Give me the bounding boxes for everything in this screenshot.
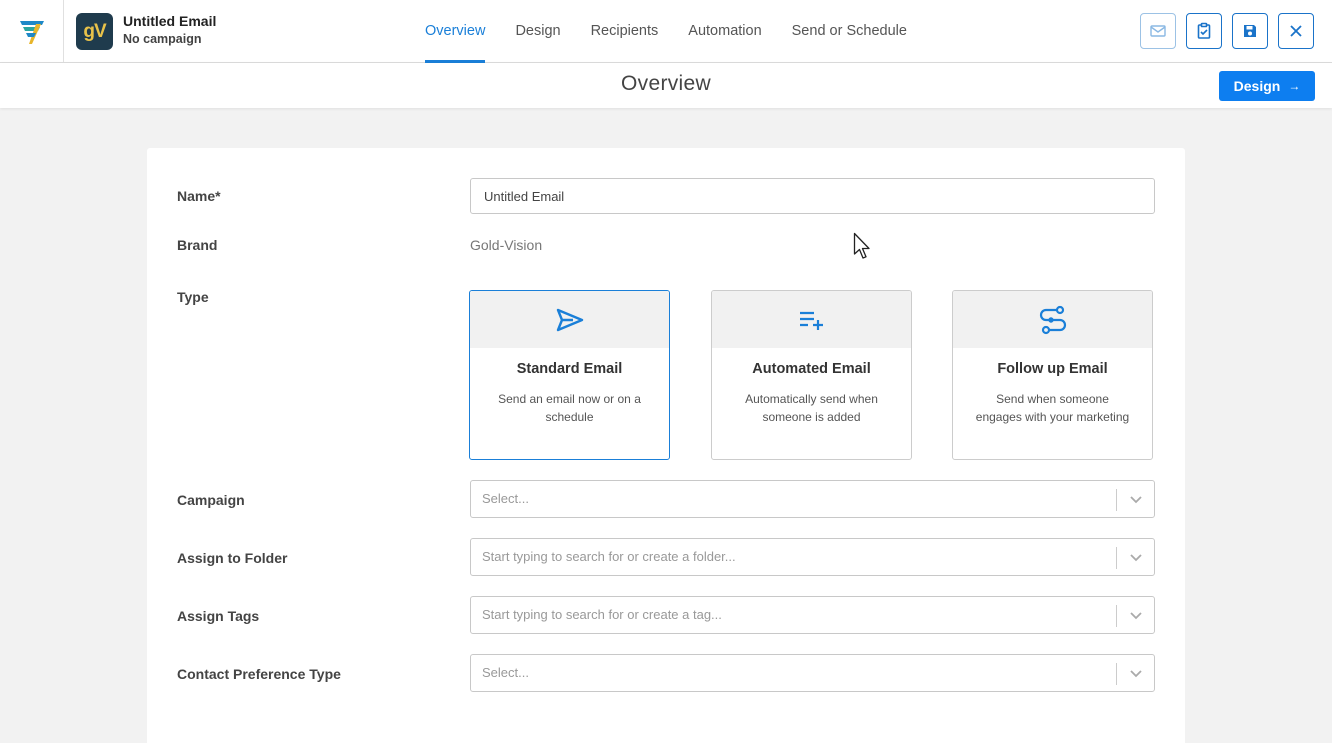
mail-preview-icon (1150, 25, 1166, 37)
clipboard-check-icon (1197, 22, 1211, 39)
tab-design[interactable]: Design (500, 0, 575, 62)
close-icon (1290, 25, 1302, 37)
design-next-button[interactable]: Design → (1219, 71, 1315, 101)
step-tabs: Overview Design Recipients Automation Se… (410, 0, 922, 63)
contact-preference-select[interactable]: Select... (470, 654, 1155, 692)
type-card-icon-area (953, 291, 1152, 348)
design-button-label: Design (1233, 78, 1281, 94)
type-card-description: Send an email now or on a schedule (498, 392, 641, 424)
close-button[interactable] (1278, 13, 1314, 49)
contact-preference-label: Contact Preference Type (177, 666, 341, 682)
type-card-icon-area (470, 291, 669, 348)
tab-send-or-schedule[interactable]: Send or Schedule (777, 0, 922, 62)
send-icon (556, 308, 583, 331)
campaign-select[interactable]: Select... (470, 480, 1155, 518)
brand-value: Gold-Vision (470, 237, 543, 253)
contact-preference-placeholder: Select... (482, 665, 529, 680)
tab-automation[interactable]: Automation (673, 0, 776, 62)
campaign-label: Campaign (177, 492, 245, 508)
type-card-standard-email[interactable]: Standard Email Send an email now or on a… (469, 290, 670, 460)
brand-avatar: gV (76, 13, 113, 50)
folder-select[interactable]: Start typing to search for or create a f… (470, 538, 1155, 576)
email-title: Untitled Email (123, 13, 217, 29)
type-card-title: Automated Email (752, 361, 871, 377)
chevron-down-icon[interactable] (1127, 549, 1145, 567)
top-bar: gV Untitled Email No campaign Overview D… (0, 0, 1332, 63)
folder-placeholder: Start typing to search for or create a f… (482, 549, 736, 564)
overview-form-card: Name* Untitled Email Brand Gold-Vision T… (147, 148, 1185, 743)
preview-email-button[interactable] (1140, 13, 1176, 49)
type-card-automated-email[interactable]: Automated Email Automatically send when … (711, 290, 912, 460)
playlist-add-icon (799, 311, 823, 330)
folder-label: Assign to Folder (177, 550, 288, 566)
checklist-button[interactable] (1186, 13, 1222, 49)
type-card-title: Standard Email (516, 361, 623, 377)
save-button[interactable] (1232, 13, 1268, 49)
select-divider (1116, 663, 1117, 685)
sub-header: Overview Design → (0, 63, 1332, 108)
tab-recipients[interactable]: Recipients (576, 0, 674, 62)
mouse-cursor-icon (853, 232, 870, 259)
chevron-down-icon[interactable] (1127, 491, 1145, 509)
type-card-description: Send when someone engages with your mark… (975, 392, 1130, 424)
app-logo[interactable] (0, 0, 64, 62)
type-card-title: Follow up Email (997, 361, 1108, 377)
toolbar (1140, 13, 1314, 49)
tags-select[interactable]: Start typing to search for or create a t… (470, 596, 1155, 634)
type-card-description: Automatically send when someone is added (745, 392, 878, 424)
arrow-right-icon: → (1288, 79, 1301, 93)
name-label: Name* (177, 188, 221, 204)
select-divider (1116, 489, 1117, 511)
save-icon (1244, 25, 1256, 37)
select-divider (1116, 547, 1117, 569)
email-title-block: Untitled Email No campaign (123, 12, 216, 48)
route-icon (1039, 305, 1066, 334)
name-input[interactable]: Untitled Email (470, 178, 1155, 214)
chevron-down-icon[interactable] (1127, 607, 1145, 625)
tab-overview[interactable]: Overview (410, 0, 500, 63)
campaign-placeholder: Select... (482, 491, 529, 506)
select-divider (1116, 605, 1117, 627)
page-title: Overview (621, 72, 711, 95)
campaign-subtitle: No campaign (123, 32, 202, 46)
tags-placeholder: Start typing to search for or create a t… (482, 607, 722, 622)
tags-label: Assign Tags (177, 608, 260, 624)
chevron-down-icon[interactable] (1127, 665, 1145, 683)
type-label: Type (177, 289, 209, 305)
brand-label: Brand (177, 237, 218, 253)
type-card-follow-up-email[interactable]: Follow up Email Send when someone engage… (952, 290, 1153, 460)
type-card-icon-area (712, 291, 911, 348)
app-logo-icon (19, 21, 44, 44)
